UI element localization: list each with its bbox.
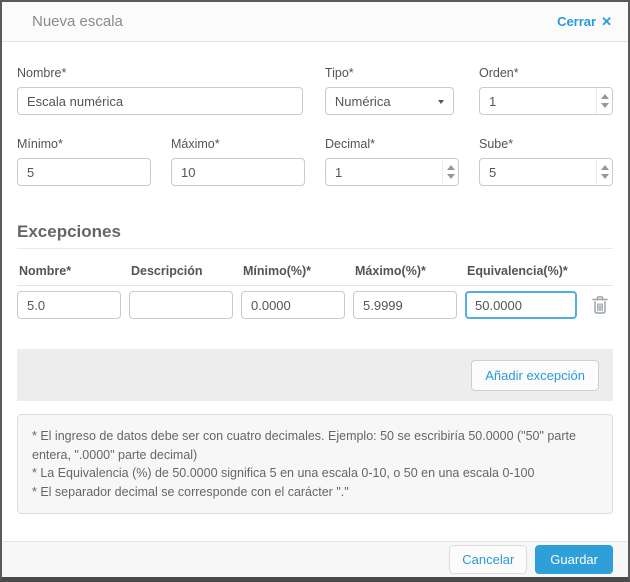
orden-spinner: [596, 88, 613, 114]
spinner-down-icon[interactable]: [600, 174, 609, 179]
note-line: * El separador decimal se corresponde co…: [32, 484, 349, 499]
close-label: Cerrar: [557, 14, 597, 29]
spinner-up-icon[interactable]: [600, 165, 609, 170]
modal-title: Nueva escala: [32, 13, 123, 30]
decimal-label: Decimal*: [325, 137, 376, 151]
exception-descripcion-input[interactable]: [129, 291, 233, 319]
exception-minimo-input[interactable]: [241, 291, 345, 319]
modal-body: Nombre* Tipo* Numérica Orden*: [2, 66, 628, 514]
modal-header: Nueva escala Cerrar ✕: [2, 2, 628, 42]
col-maximo: Máximo(%)*: [355, 264, 426, 278]
spinner-down-icon[interactable]: [446, 174, 455, 179]
nombre-label: Nombre*: [17, 66, 67, 80]
col-minimo: Mínimo(%)*: [243, 264, 312, 278]
spinner-down-icon[interactable]: [600, 103, 609, 108]
orden-input[interactable]: [478, 87, 614, 115]
chevron-down-icon: [437, 100, 444, 104]
decimal-spinner: [442, 159, 458, 185]
nombre-input[interactable]: [17, 87, 303, 115]
maximo-label: Máximo*: [171, 137, 220, 151]
note-line: * La Equivalencia (%) de 50.0000 signifi…: [32, 466, 535, 480]
col-equivalencia: Equivalencia(%)*: [467, 264, 568, 278]
sube-label: Sube*: [479, 137, 514, 151]
add-exception-button[interactable]: Añadir excepción: [471, 359, 599, 391]
decimal-input[interactable]: [325, 158, 459, 186]
exception-nombre-input[interactable]: [17, 291, 121, 319]
trash-icon: [592, 296, 608, 314]
field-sube: Sube*: [479, 137, 613, 186]
field-orden: Orden*: [478, 66, 614, 115]
form-row-2: Mínimo* Máximo* Decimal* Sube*: [17, 137, 613, 186]
save-button[interactable]: Guardar: [535, 545, 613, 574]
col-nombre: Nombre*: [19, 264, 72, 278]
notes-box: * El ingreso de datos debe ser con cuatr…: [17, 414, 613, 514]
close-icon: ✕: [601, 14, 612, 29]
minimo-input[interactable]: [17, 158, 151, 186]
sube-input[interactable]: [479, 158, 613, 186]
spinner-up-icon[interactable]: [446, 165, 455, 170]
modal-footer: Cancelar Guardar: [2, 541, 628, 577]
tipo-selected-value: Numérica: [334, 93, 391, 109]
field-nombre: Nombre*: [17, 66, 303, 115]
form-row-1: Nombre* Tipo* Numérica Orden*: [17, 66, 614, 115]
exception-maximo-input[interactable]: [353, 291, 457, 319]
col-descripcion: Descripción: [131, 264, 203, 278]
cancel-button[interactable]: Cancelar: [449, 545, 528, 574]
spinner-up-icon[interactable]: [600, 94, 609, 99]
field-tipo: Tipo* Numérica: [324, 66, 454, 115]
tipo-label: Tipo*: [324, 66, 354, 80]
delete-exception-button[interactable]: [591, 295, 609, 315]
minimo-label: Mínimo*: [17, 137, 63, 151]
tipo-select[interactable]: Numérica: [324, 87, 454, 115]
field-decimal: Decimal*: [325, 137, 459, 186]
maximo-input[interactable]: [171, 158, 305, 186]
exceptions-table-header: Nombre* Descripción Mínimo(%)* Máximo(%)…: [17, 264, 613, 286]
field-minimo: Mínimo*: [17, 137, 151, 186]
exception-equivalencia-input[interactable]: [465, 291, 577, 319]
exception-table-row: [17, 291, 613, 319]
sube-spinner: [596, 159, 612, 185]
close-button[interactable]: Cerrar ✕: [557, 14, 612, 29]
field-maximo: Máximo*: [171, 137, 305, 186]
note-line: * El ingreso de datos debe ser con cuatr…: [32, 429, 576, 462]
orden-label: Orden*: [478, 66, 519, 80]
add-exception-band: Añadir excepción: [17, 349, 613, 401]
new-scale-modal: Nueva escala Cerrar ✕ Nombre* Tipo* Numé…: [0, 0, 630, 582]
exceptions-section-title: Excepciones: [17, 222, 613, 249]
